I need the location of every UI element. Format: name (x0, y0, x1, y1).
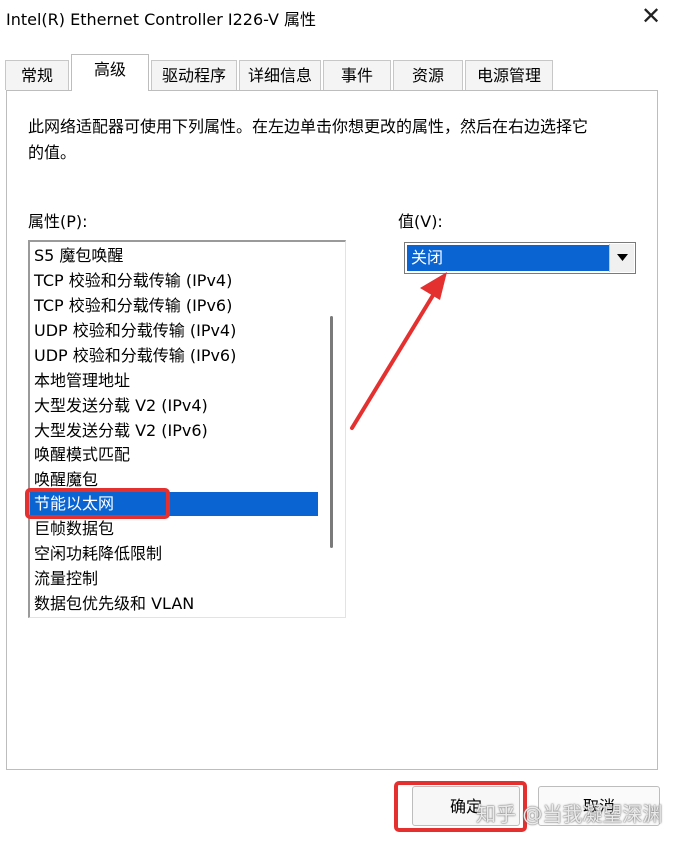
tab-driver[interactable]: 驱动程序 (151, 60, 237, 90)
list-item[interactable]: 大型发送分载 V2 (IPv4) (30, 394, 318, 418)
list-item[interactable]: 流量控制 (30, 567, 318, 591)
list-item[interactable]: 空闲功耗降低限制 (30, 542, 318, 566)
tab-general[interactable]: 常规 (5, 60, 69, 90)
list-item[interactable]: TCP 校验和分载传输 (IPv4) (30, 269, 318, 293)
close-icon[interactable]: ✕ (636, 2, 666, 32)
list-item[interactable]: 数据包优先级和 VLAN (30, 592, 318, 616)
tab-strip: 常规 高级 驱动程序 详细信息 事件 资源 电源管理 (5, 54, 665, 91)
description-text: 此网络适配器可使用下列属性。在左边单击你想更改的属性，然后在右边选择它的值。 (28, 117, 589, 162)
window-title: Intel(R) Ethernet Controller I226-V 属性 (6, 10, 317, 29)
list-item[interactable]: UDP 校验和分载传输 (IPv6) (30, 344, 318, 368)
list-item[interactable]: 唤醒模式匹配 (30, 443, 318, 467)
list-item[interactable]: 巨帧数据包 (30, 517, 318, 541)
list-item[interactable]: UDP 校验和分载传输 (IPv4) (30, 319, 318, 343)
value-dropdown[interactable]: 关闭 (404, 242, 636, 274)
tab-details[interactable]: 详细信息 (239, 60, 321, 90)
list-item[interactable]: S5 魔包唤醒 (30, 244, 318, 268)
property-label: 属性(P): (28, 212, 88, 231)
list-item[interactable]: 本地管理地址 (30, 369, 318, 393)
value-label: 值(V): (398, 212, 443, 231)
list-item[interactable]: 大型发送分载 V2 (IPv6) (30, 419, 318, 443)
dropdown-arrow-button[interactable] (609, 244, 634, 272)
annotation-highlight-property (25, 488, 170, 519)
properties-dialog: Intel(R) Ethernet Controller I226-V 属性 ✕… (0, 0, 676, 841)
list-item[interactable]: TCP 校验和分载传输 (IPv6) (30, 294, 318, 318)
tab-advanced[interactable]: 高级 (71, 54, 149, 91)
tab-events[interactable]: 事件 (323, 60, 391, 90)
value-dropdown-selected[interactable]: 关闭 (407, 245, 611, 271)
tab-resources[interactable]: 资源 (393, 60, 463, 90)
watermark: 知乎 @当我凝望深渊 (476, 802, 663, 826)
chevron-down-icon (617, 254, 628, 261)
list-scrollbar[interactable] (330, 316, 333, 548)
tab-power-management[interactable]: 电源管理 (465, 60, 553, 90)
property-list[interactable]: S5 魔包唤醒 TCP 校验和分载传输 (IPv4) TCP 校验和分载传输 (… (28, 240, 346, 618)
